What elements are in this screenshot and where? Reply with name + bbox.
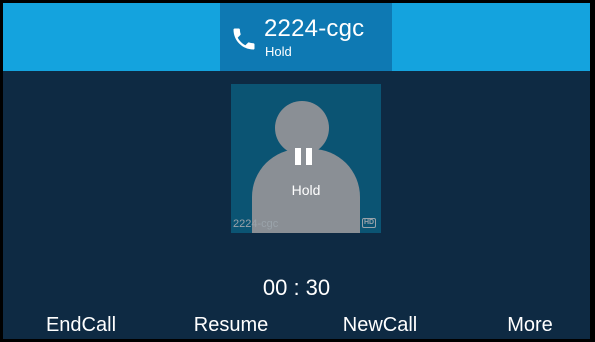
endcall-button[interactable]: EndCall (16, 311, 146, 339)
title-bar: 2224-cgc Hold (3, 3, 590, 71)
hold-label: Hold (291, 182, 321, 198)
contact-card: Hold 2224-cgc HD (231, 84, 381, 233)
contact-name: 2224-cgc (233, 218, 279, 230)
phone-icon (233, 28, 255, 50)
call-timer: 00 : 30 (262, 275, 331, 300)
softkey-bar: EndCall Resume NewCall More (3, 311, 590, 339)
phone-screen: 2224-cgc Hold Hold 2224-cgc HD 00 : 30 E… (3, 3, 590, 339)
resume-button[interactable]: Resume (166, 311, 296, 339)
newcall-button[interactable]: NewCall (315, 311, 445, 339)
pause-icon (295, 148, 313, 165)
avatar-head (275, 101, 329, 155)
caller-name: 2224-cgc (264, 15, 365, 42)
active-call-tab[interactable]: 2224-cgc Hold (220, 3, 392, 71)
call-status: Hold (265, 44, 292, 59)
hd-badge: HD (362, 218, 376, 228)
more-button[interactable]: More (465, 311, 590, 339)
